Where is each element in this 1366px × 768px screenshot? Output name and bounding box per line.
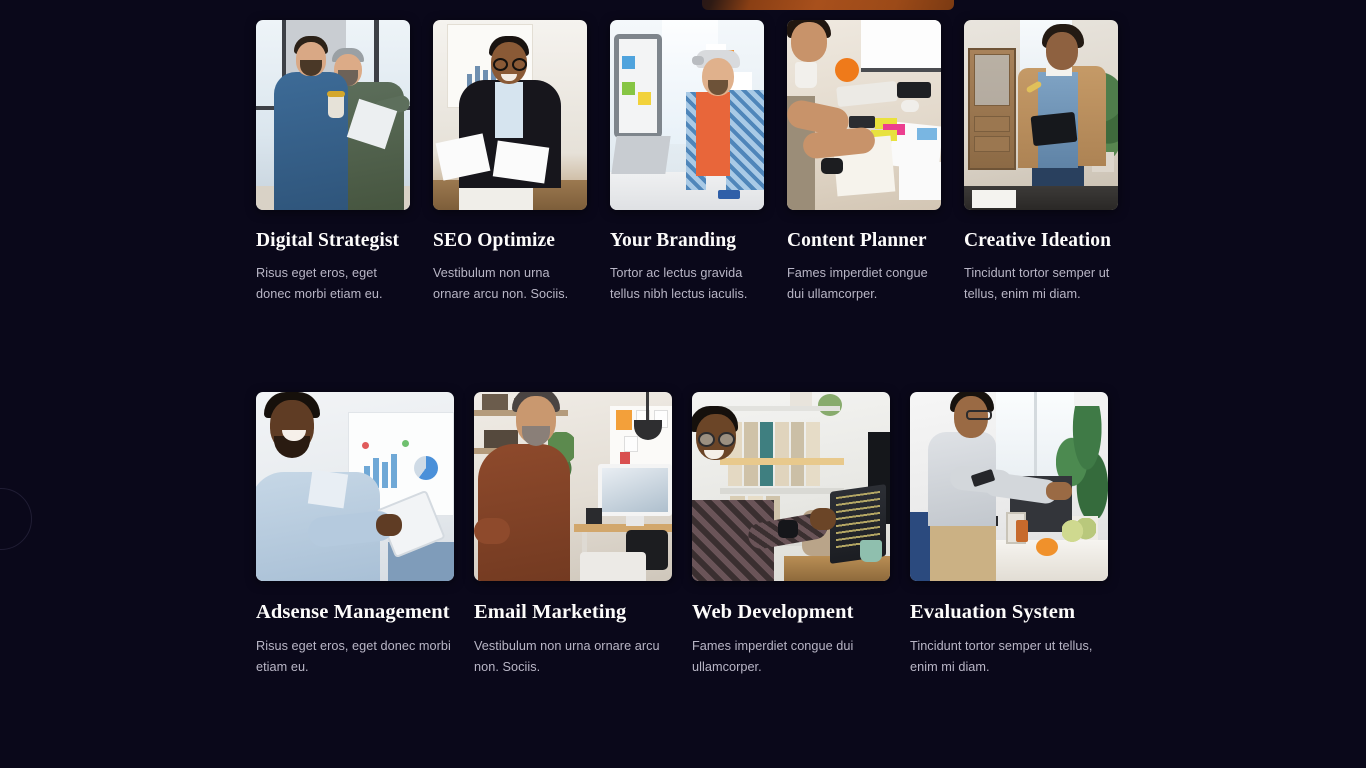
service-card-title: Your Branding: [610, 230, 737, 251]
service-card-image[interactable]: [910, 392, 1108, 581]
service-card[interactable]: Web Development Fames imperdiet congue d…: [692, 392, 890, 677]
service-card-description: Risus eget eros, eget donec morbi etiam …: [256, 638, 451, 674]
service-card-title: Digital Strategist: [256, 230, 400, 251]
service-card-description: Tortor ac lectus gravida tellus nibh lec…: [610, 266, 748, 302]
service-card-image[interactable]: [964, 20, 1118, 210]
service-card-title: Content Planner: [787, 230, 927, 251]
service-card-image[interactable]: [474, 392, 672, 581]
service-card-image[interactable]: [787, 20, 941, 210]
service-card-image[interactable]: [692, 392, 890, 581]
service-card[interactable]: SEO Optimize Vestibulum non urna ornare …: [433, 20, 587, 305]
service-card[interactable]: Digital Strategist Risus eget eros, eget…: [256, 20, 410, 305]
service-card-title: Web Development: [692, 601, 854, 623]
service-card-title: Adsense Management: [256, 601, 450, 623]
photo-man-blazer-tablet: [964, 20, 1118, 210]
photo-man-cap-laptop: [610, 20, 764, 210]
service-card-description: Fames imperdiet congue dui ullamcorper.: [692, 638, 854, 674]
service-card-description: Fames imperdiet congue dui ullamcorper.: [787, 266, 928, 302]
service-card[interactable]: Creative Ideation Tincidunt tortor sempe…: [964, 20, 1118, 305]
cut-off-banner-image: [702, 0, 954, 10]
service-card[interactable]: Content Planner Fames imperdiet congue d…: [787, 20, 941, 305]
service-card-description: Vestibulum non urna ornare arcu non. Soc…: [474, 638, 660, 674]
photo-man-brown-sweater: [474, 392, 672, 581]
services-row-two: Adsense Management Risus eget eros, eget…: [256, 392, 1108, 677]
service-card[interactable]: Email Marketing Vestibulum non urna orna…: [474, 392, 672, 677]
service-card-description: Tincidunt tortor semper ut tellus, enim …: [910, 638, 1093, 674]
decorative-ring: [0, 488, 32, 550]
service-card-title: SEO Optimize: [433, 230, 555, 251]
service-card-description: Tincidunt tortor semper ut tellus, enim …: [964, 266, 1110, 302]
service-card-description: Vestibulum non urna ornare arcu non. Soc…: [433, 266, 569, 302]
service-card-title: Creative Ideation: [964, 230, 1112, 251]
photo-two-colleagues: [256, 20, 410, 210]
photo-man-presenting-monitor: [910, 392, 1108, 581]
service-card-image[interactable]: [256, 392, 454, 581]
services-row-one: Digital Strategist Risus eget eros, eget…: [256, 20, 1118, 305]
service-card-image[interactable]: [433, 20, 587, 210]
photo-developer-laptop: [692, 392, 890, 581]
photo-businessman-documents: [433, 20, 587, 210]
service-card[interactable]: Evaluation System Tincidunt tortor sempe…: [910, 392, 1108, 677]
service-card-description: Risus eget eros, eget donec morbi etiam …: [256, 266, 383, 302]
service-card-title: Email Marketing: [474, 601, 627, 623]
service-card-image[interactable]: [610, 20, 764, 210]
service-card[interactable]: Adsense Management Risus eget eros, eget…: [256, 392, 454, 677]
photo-designer-sketching: [787, 20, 941, 210]
photo-smiling-man-tablet: [256, 392, 454, 581]
page-root: Digital Strategist Risus eget eros, eget…: [0, 0, 1366, 768]
service-card-title: Evaluation System: [910, 601, 1076, 623]
service-card-image[interactable]: [256, 20, 410, 210]
service-card[interactable]: Your Branding Tortor ac lectus gravida t…: [610, 20, 764, 305]
